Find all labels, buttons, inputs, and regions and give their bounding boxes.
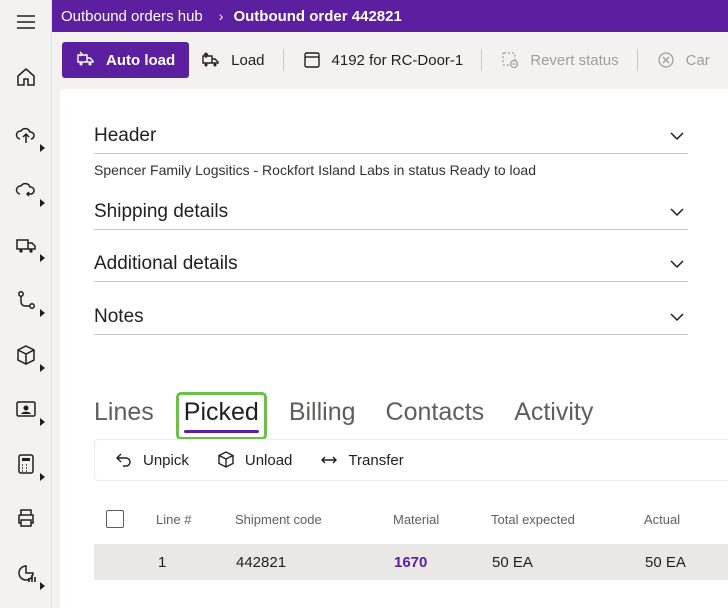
unload-button[interactable]: Unload [217,451,293,469]
column-header-line[interactable]: Line # [156,501,191,537]
menu-icon[interactable] [0,2,52,42]
home-icon[interactable] [0,57,52,97]
cancel-button[interactable]: Car [644,42,722,78]
header-section-title: Header [94,125,157,146]
transfer-arrows-icon [321,456,338,464]
additional-details-title: Additional details [94,253,238,274]
chevron-down-icon [670,132,684,141]
tab-activity[interactable]: Activity [514,398,593,435]
cell-total-expected: 50 EA [492,553,533,571]
order-summary-text: Spencer Family Logsitics - Rockfort Isla… [94,162,536,178]
expand-caret-icon [40,473,45,481]
expand-caret-icon [40,364,45,372]
nav-rail [0,0,52,608]
table-header: Line # Shipment code Material Total expe… [94,501,728,537]
cancel-icon [657,52,674,68]
shipping-details-title: Shipping details [94,201,229,222]
breadcrumb-separator-icon: › [218,8,224,24]
column-header-material[interactable]: Material [393,501,439,537]
expand-caret-icon [40,582,45,590]
cancel-label: Car [685,51,710,69]
notes-section[interactable]: Notes [94,298,688,335]
tab-contacts[interactable]: Contacts [386,398,485,435]
focus-outline [175,392,267,440]
unload-box-icon [218,451,234,468]
tab-picked[interactable]: Picked [175,392,267,440]
load-truck-icon [202,52,219,67]
chevron-down-icon [670,260,684,269]
cell-actual: 50 EA [645,553,686,571]
revert-status-label: Revert status [530,51,619,69]
cell-line: 1 [158,553,167,571]
breadcrumb-parent-link[interactable]: Outbound orders hub [61,8,203,25]
unload-label: Unload [244,451,293,469]
column-header-actual[interactable]: Actual [644,501,680,537]
door-label: 4192 for RC-Door-1 [331,51,464,69]
additional-details-section[interactable]: Additional details [94,245,688,282]
command-divider [636,49,638,71]
auto-load-label: Auto load [106,51,176,69]
header-section[interactable]: Header [94,117,688,154]
select-all-checkbox[interactable] [106,501,124,537]
expand-caret-icon [40,254,45,262]
tab-lines[interactable]: Lines [94,398,154,435]
cell-shipment-code: 442821 [236,553,287,571]
breadcrumb: Outbound orders hub › Outbound order 442… [52,0,728,32]
command-divider [481,49,483,71]
revert-status-button[interactable]: Revert status [488,42,630,78]
detail-tabs: Lines Picked Billing Contacts Activity [94,387,623,440]
load-button[interactable]: Load [189,42,276,78]
expand-caret-icon [40,144,45,152]
grid-toolbar: Unpick Unload Transfer [94,439,728,481]
unpick-button[interactable]: Unpick [115,451,189,469]
command-bar: Auto load Load 4192 for RC-Door-1 Revert… [52,32,728,88]
chevron-down-icon [670,208,684,217]
chevron-down-icon [670,313,684,322]
column-header-total-expected[interactable]: Total expected [491,501,575,537]
transfer-button[interactable]: Transfer [320,451,404,469]
expand-caret-icon [40,309,45,317]
print-icon[interactable] [0,498,52,538]
expand-caret-icon [40,199,45,207]
cell-material-link[interactable]: 1670 [394,544,427,580]
undo-arrow-icon [116,453,131,467]
load-label: Load [231,51,265,69]
unpick-label: Unpick [143,451,189,469]
column-header-shipment-code[interactable]: Shipment code [235,501,322,537]
page-title: Outbound order 442821 [233,7,402,25]
door-icon [303,52,320,68]
door-assignment-button[interactable]: 4192 for RC-Door-1 [290,42,476,78]
notes-section-title: Notes [94,306,144,327]
tab-billing[interactable]: Billing [289,398,356,435]
transfer-label: Transfer [348,451,404,469]
command-divider [282,49,284,71]
revert-status-icon [502,52,519,69]
table-row[interactable]: 1 442821 1670 50 EA 50 EA [94,544,728,580]
order-details-card: Header Spencer Family Logsitics - Rockfo… [60,89,728,608]
expand-caret-icon [40,418,45,426]
auto-load-button[interactable]: Auto load [62,42,190,78]
auto-load-icon [77,51,94,66]
shipping-details-section[interactable]: Shipping details [94,193,688,230]
